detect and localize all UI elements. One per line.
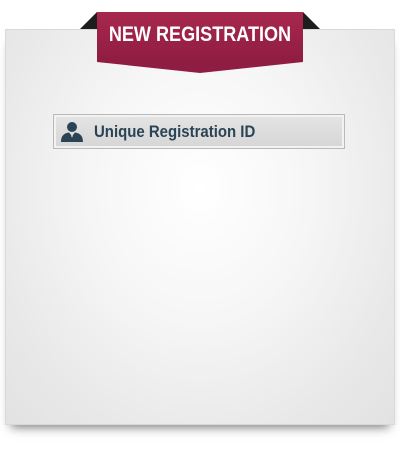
registration-panel: NEW REGISTRATION Unique Registration ID bbox=[0, 0, 400, 450]
ribbon-fold-left bbox=[80, 12, 97, 29]
header-ribbon: NEW REGISTRATION bbox=[97, 12, 303, 62]
user-icon bbox=[60, 120, 84, 144]
ribbon-tail bbox=[97, 62, 303, 73]
form-card bbox=[5, 29, 395, 425]
ribbon-fold-right bbox=[303, 12, 320, 29]
page-title: NEW REGISTRATION bbox=[108, 23, 292, 46]
registration-id-field[interactable]: Unique Registration ID bbox=[53, 114, 345, 149]
registration-id-label: Unique Registration ID bbox=[94, 121, 256, 141]
